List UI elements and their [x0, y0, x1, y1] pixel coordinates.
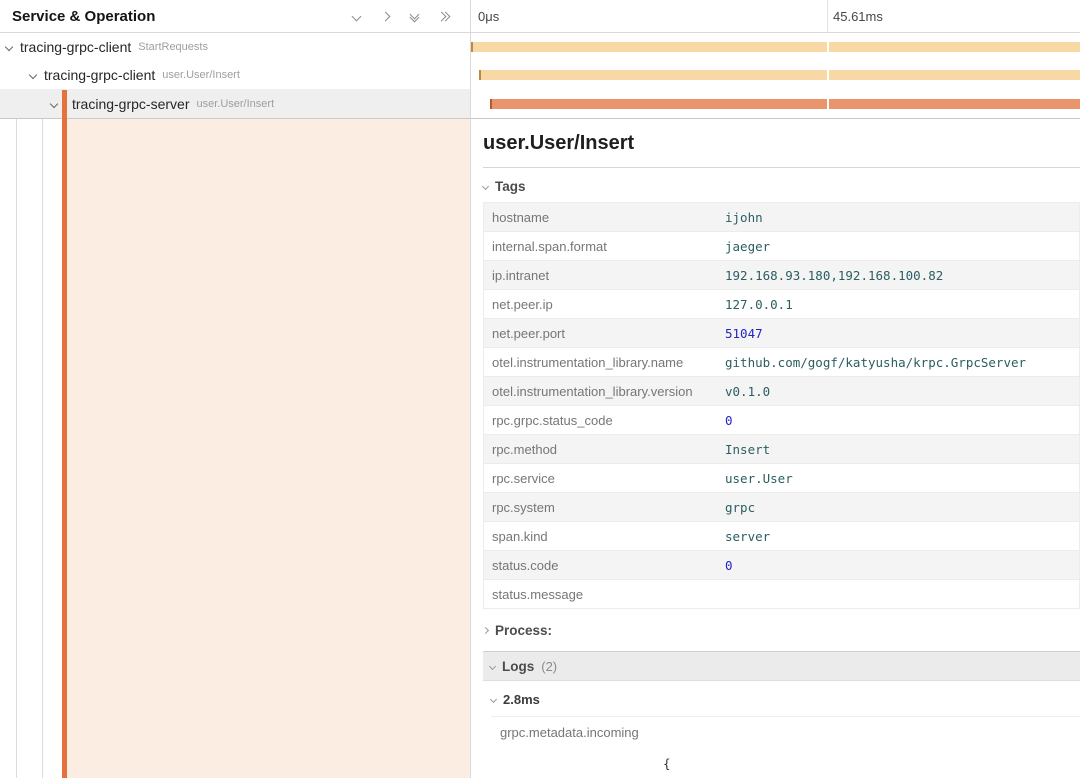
- tag-value: github.com/gogf/katyusha/krpc.GrpcServer: [719, 355, 1079, 370]
- chevron-down-icon[interactable]: [3, 44, 15, 50]
- span-operation-name: user.User/Insert: [196, 98, 274, 110]
- tag-key: internal.span.format: [484, 239, 719, 254]
- chevron-down-icon: [482, 183, 489, 190]
- tag-key: span.kind: [484, 529, 719, 544]
- tag-row: otel.instrumentation_library.version v0.…: [484, 377, 1079, 406]
- tag-value: 192.168.93.180,192.168.100.82: [719, 268, 1079, 283]
- tag-key: hostname: [484, 210, 719, 225]
- log-field-row: grpc.metadata.incoming { ":authority": "…: [491, 716, 1080, 778]
- tag-key: status.message: [484, 587, 719, 602]
- service-operation-title: Service & Operation: [12, 8, 349, 25]
- tag-key: rpc.system: [484, 500, 719, 515]
- span-operation-name: user.User/Insert: [162, 69, 240, 81]
- tags-section-header[interactable]: Tags: [483, 179, 1080, 194]
- chevron-right-icon: [482, 627, 489, 634]
- span-detail-panel: user.User/Insert Tags hostname ijohn int…: [471, 119, 1080, 778]
- log-field-json-value: { ":authority": ":8000", "baggage": "uid…: [663, 724, 882, 778]
- tag-key: ip.intranet: [484, 268, 719, 283]
- tag-value: grpc: [719, 500, 1079, 515]
- log-timestamp: 2.8ms: [503, 692, 540, 707]
- chevron-down-icon[interactable]: [48, 101, 60, 107]
- tag-key: otel.instrumentation_library.version: [484, 384, 719, 399]
- tag-row: otel.instrumentation_library.name github…: [484, 348, 1079, 377]
- jaeger-trace-timeline-view: Service & Operation tracing-grpc-client …: [0, 0, 1080, 778]
- span-bars-area: [471, 33, 1080, 119]
- tag-value: jaeger: [719, 239, 1079, 254]
- span-operation-name: StartRequests: [138, 41, 208, 53]
- tag-value: 127.0.0.1: [719, 297, 1079, 312]
- logs-section-header[interactable]: Logs (2): [483, 651, 1080, 681]
- tag-key: status.code: [484, 558, 719, 573]
- tag-key: rpc.grpc.status_code: [484, 413, 719, 428]
- tree-indent-guide: [42, 119, 43, 778]
- span-row-client-insert[interactable]: tracing-grpc-client user.User/Insert: [0, 61, 470, 89]
- tag-value: Insert: [719, 442, 1079, 457]
- span-service-name: tracing-grpc-client: [44, 67, 155, 83]
- tags-table: hostname ijohn internal.span.format jaeg…: [483, 202, 1080, 609]
- chevron-down-icon[interactable]: [27, 72, 39, 78]
- tag-row: rpc.grpc.status_code 0: [484, 406, 1079, 435]
- timeline-ruler: 0μs 45.61ms: [471, 0, 1080, 33]
- tag-row: internal.span.format jaeger: [484, 232, 1079, 261]
- tag-row: status.message: [484, 580, 1079, 609]
- log-field-key: grpc.metadata.incoming: [500, 724, 663, 778]
- log-entry: 2.8ms grpc.metadata.incoming { ":authori…: [483, 681, 1080, 778]
- tag-key: rpc.service: [484, 471, 719, 486]
- tag-key: net.peer.port: [484, 326, 719, 341]
- detail-row-left-background: [0, 119, 470, 778]
- selected-span-tinted-area: [67, 119, 470, 778]
- tag-row: status.code 0: [484, 551, 1079, 580]
- tag-row: net.peer.port 51047: [484, 319, 1079, 348]
- tag-value: v0.1.0: [719, 384, 1079, 399]
- service-operation-header: Service & Operation: [0, 0, 470, 33]
- service-operation-panel: Service & Operation tracing-grpc-client …: [0, 0, 470, 778]
- tree-indent-guide: [16, 119, 17, 778]
- expand-one-chevron-right-icon[interactable]: [378, 9, 392, 23]
- logs-count-badge: (2): [541, 659, 557, 674]
- span-detail-title: user.User/Insert: [483, 119, 1080, 168]
- tag-key: net.peer.ip: [484, 297, 719, 312]
- span-row-server-insert-selected[interactable]: tracing-grpc-server user.User/Insert: [0, 89, 470, 119]
- tree-controls: [349, 9, 450, 23]
- tag-row: rpc.method Insert: [484, 435, 1079, 464]
- tag-key: otel.instrumentation_library.name: [484, 355, 719, 370]
- logs-section-label: Logs: [502, 659, 534, 674]
- timeline-gridline-overlay: [827, 33, 829, 118]
- tag-key: rpc.method: [484, 442, 719, 457]
- span-row-client-startrequests[interactable]: tracing-grpc-client StartRequests: [0, 33, 470, 61]
- process-section-header[interactable]: Process:: [483, 623, 1080, 638]
- tag-value: user.User: [719, 471, 1079, 486]
- span-bar-server-insert[interactable]: [490, 99, 1080, 109]
- span-service-name: tracing-grpc-client: [20, 39, 131, 55]
- tag-value: 51047: [719, 326, 1079, 341]
- timeline-tick-start: 0μs: [478, 9, 499, 24]
- tag-row: net.peer.ip 127.0.0.1: [484, 290, 1079, 319]
- tag-row: rpc.system grpc: [484, 493, 1079, 522]
- panel-divider[interactable]: [470, 0, 471, 778]
- span-bar-client-insert[interactable]: [479, 70, 1080, 80]
- timeline-gridline: [827, 0, 828, 33]
- tag-value: ijohn: [719, 210, 1079, 225]
- json-open-brace: {: [663, 756, 882, 772]
- tag-row: span.kind server: [484, 522, 1079, 551]
- log-entry-header[interactable]: 2.8ms: [491, 681, 1080, 716]
- tag-row: hostname ijohn: [484, 203, 1079, 232]
- tags-section-label: Tags: [495, 179, 526, 194]
- chevron-down-icon: [490, 696, 497, 703]
- timeline-tick-end: 45.61ms: [833, 9, 883, 24]
- chevron-down-icon: [489, 662, 496, 669]
- collapse-all-double-chevron-down-icon[interactable]: [407, 9, 421, 23]
- span-bar-client-startrequests[interactable]: [471, 42, 1080, 52]
- selected-span-accent-bar: [62, 90, 67, 778]
- process-section-label: Process:: [495, 623, 552, 638]
- collapse-one-chevron-down-icon[interactable]: [349, 9, 363, 23]
- tag-value: server: [719, 529, 1079, 544]
- span-service-name: tracing-grpc-server: [72, 96, 189, 112]
- expand-all-double-chevron-right-icon[interactable]: [436, 9, 450, 23]
- tag-row: ip.intranet 192.168.93.180,192.168.100.8…: [484, 261, 1079, 290]
- tag-value: 0: [719, 558, 1079, 573]
- tag-value: 0: [719, 413, 1079, 428]
- tag-row: rpc.service user.User: [484, 464, 1079, 493]
